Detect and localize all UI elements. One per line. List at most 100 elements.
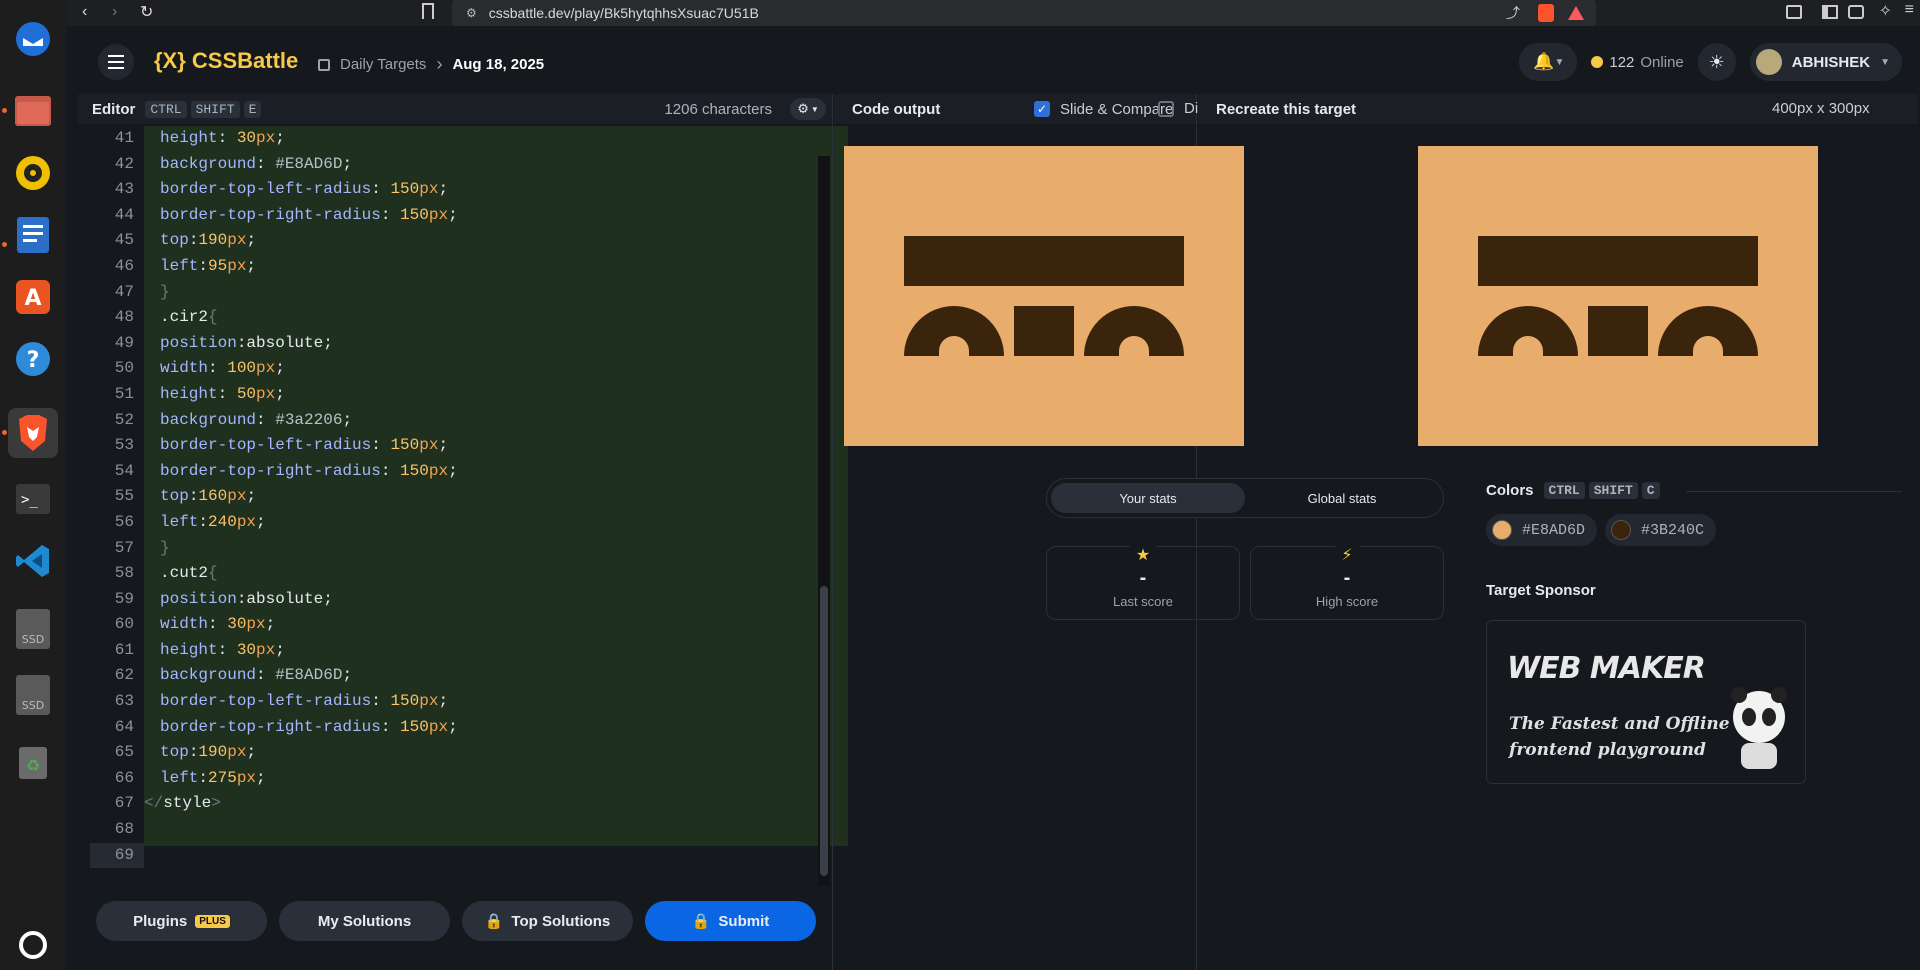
code-token: ;: [438, 692, 449, 711]
code-token: left: [160, 512, 199, 531]
code-token: :: [256, 410, 276, 429]
share-icon[interactable]: ⤴: [1506, 3, 1520, 23]
app-center-icon[interactable]: A: [8, 272, 58, 322]
code-token: ;: [246, 256, 257, 275]
code-line: left:240px;: [144, 510, 848, 536]
code-text[interactable]: height: 30px; background: #E8AD6D; border-…: [144, 126, 848, 846]
line-number: 69: [90, 842, 144, 869]
line-numbers: 41 42 43 44 45 46 47 48 49 50 51 52 53 54 55 56 57 58 59 60…: [90, 126, 144, 886]
code-token: ;: [275, 359, 285, 378]
code-token: :: [380, 205, 401, 224]
editor-scrollbar[interactable]: [818, 156, 830, 886]
sponsor-card[interactable]: WEB MAKER The Fastest and Offline fronte…: [1486, 620, 1806, 784]
code-editor[interactable]: 41 42 43 44 45 46 47 48 49 50 51 52 53 54 55 56 57 58 59 60…: [90, 126, 848, 886]
menu-button[interactable]: [98, 44, 134, 80]
code-token: :: [371, 692, 391, 711]
code-line: height: 30px;: [144, 126, 848, 152]
browser-menu-icon[interactable]: ≡: [1905, 1, 1914, 19]
line-number: 54: [114, 461, 134, 480]
code-token: ;: [342, 410, 353, 429]
svg-text:♻: ♻: [26, 756, 40, 775]
brave-shields-icon[interactable]: [1538, 4, 1554, 22]
code-token: 150: [400, 461, 429, 480]
code-token: 190: [198, 231, 228, 250]
site-info-icon[interactable]: ⚙: [466, 6, 477, 20]
shortcut-key: E: [243, 100, 262, 118]
star-icon: ★: [1129, 545, 1157, 565]
files-icon[interactable]: [8, 86, 58, 136]
color-dot: [1611, 520, 1632, 540]
code-output-canvas[interactable]: [844, 146, 1244, 446]
line-number: 59: [114, 589, 134, 608]
code-line: }: [144, 280, 848, 306]
wallet-icon[interactable]: [1848, 5, 1864, 19]
code-token: #E8AD6D: [275, 154, 343, 173]
reload-icon[interactable]: ↻: [140, 2, 153, 22]
slide-compare-checkbox[interactable]: ✓: [1034, 101, 1050, 117]
color-swatch[interactable]: #3B240C: [1605, 514, 1717, 546]
brave-rewards-icon[interactable]: [1568, 6, 1584, 20]
breadcrumb-daily-targets[interactable]: Daily Targets: [340, 56, 426, 73]
colors-section: Colors CTRL SHIFT C #E8AD6D #3B240C: [1486, 482, 1902, 546]
tab-global-stats[interactable]: Global stats: [1245, 483, 1439, 513]
top-solutions-label: Top Solutions: [511, 912, 611, 930]
forward-icon[interactable]: ›: [112, 3, 117, 21]
my-solutions-button[interactable]: My Solutions: [279, 901, 450, 941]
theme-toggle-button[interactable]: ☀: [1697, 43, 1736, 81]
vscode-icon[interactable]: [8, 536, 58, 586]
diff-checkbox[interactable]: [1158, 101, 1174, 117]
code-token: 30: [227, 615, 247, 634]
slide-compare-label[interactable]: Slide & Compare: [1060, 101, 1173, 118]
leo-ai-icon[interactable]: ✧: [1879, 1, 1892, 21]
code-token: :: [371, 436, 391, 455]
code-token: ;: [438, 180, 449, 199]
help-icon[interactable]: ?: [8, 334, 58, 384]
code-token: background: [160, 154, 257, 173]
thunderbird-icon[interactable]: [8, 14, 58, 64]
target-title: Recreate this target: [1216, 100, 1357, 118]
code-token: {: [208, 308, 218, 327]
online-label: Online: [1640, 53, 1684, 71]
url-text: cssbattle.dev/play/Bk5hytqhhsXsuac7U51B: [488, 5, 759, 21]
terminal-icon[interactable]: >_: [8, 474, 58, 524]
code-token: :: [217, 384, 237, 403]
chevron-down-icon: ▼: [1554, 56, 1565, 68]
code-token: :: [256, 154, 276, 173]
url-bar[interactable]: ⚙ cssbattle.dev/play/Bk5hytqhhsXsuac7U51…: [452, 0, 1596, 26]
submit-button[interactable]: 🔒 Submit: [645, 901, 816, 941]
app-header: {X} CSSBattle Daily Targets › Aug 18, 20…: [66, 26, 1920, 94]
user-menu-button[interactable]: ABHISHEK ▼: [1749, 43, 1902, 81]
shortcut-key: CTRL: [1543, 482, 1585, 499]
top-solutions-button[interactable]: 🔒 Top Solutions: [462, 901, 633, 941]
code-line: position:absolute;: [144, 587, 848, 613]
code-token: px: [419, 436, 439, 455]
trash-icon[interactable]: ♻: [8, 736, 58, 786]
logo[interactable]: {X} CSSBattle: [154, 48, 298, 74]
ssd-drive-icon[interactable]: SSD: [8, 604, 58, 654]
code-token: background: [160, 410, 257, 429]
line-number: 60: [114, 615, 134, 634]
ubuntu-logo-icon[interactable]: [8, 920, 58, 970]
notifications-button[interactable]: 🔔 ▼: [1519, 43, 1578, 81]
brave-icon[interactable]: [8, 408, 58, 458]
editor-settings-button[interactable]: ⚙ ▼: [790, 98, 826, 120]
code-token: 50: [236, 384, 257, 403]
tab-your-stats[interactable]: Your stats: [1051, 483, 1245, 513]
ssd-drive-icon[interactable]: SSD: [8, 670, 58, 720]
code-line: border-top-left-radius: 150px;: [144, 689, 848, 715]
back-icon[interactable]: ‹: [82, 3, 87, 21]
chevron-right-icon: ›: [436, 54, 443, 74]
scrollbar-thumb[interactable]: [820, 586, 828, 876]
plugins-button[interactable]: Plugins PLUS: [96, 901, 267, 941]
sidebar-toggle-icon[interactable]: [1822, 5, 1838, 19]
output-left-cut-shape: [939, 336, 969, 366]
rhythmbox-icon[interactable]: [8, 148, 58, 198]
line-number: 48: [114, 308, 134, 327]
line-number: 67: [114, 794, 134, 813]
writer-icon[interactable]: [8, 210, 58, 260]
target-canvas: [1418, 146, 1818, 446]
bookmark-icon[interactable]: [422, 3, 434, 19]
screenshot-icon[interactable]: [1786, 5, 1802, 19]
color-swatch[interactable]: #E8AD6D: [1486, 514, 1598, 546]
color-hex: #3B240C: [1641, 521, 1705, 539]
